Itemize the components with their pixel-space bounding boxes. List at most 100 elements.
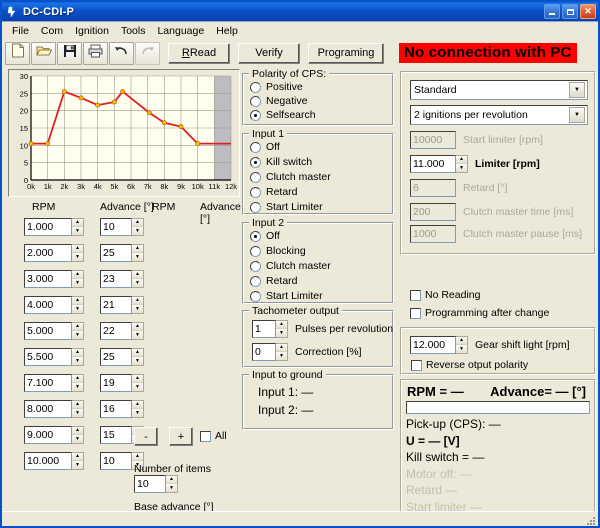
new-file-button[interactable] — [5, 41, 30, 65]
rpm-arrows[interactable]: ▲ ▼ — [72, 270, 84, 288]
number-of-items-stepper[interactable]: 10 ▲ ▼ — [134, 475, 178, 493]
menu-item-help[interactable]: Help — [210, 24, 244, 38]
programming-after-change-checkbox[interactable]: Programming after change — [410, 307, 549, 319]
pulses-per-rev-value[interactable]: 1 — [252, 320, 276, 338]
advance-value[interactable]: 16 — [100, 400, 132, 418]
chevron-down-icon[interactable]: ▼ — [72, 409, 83, 417]
advance-arrows[interactable]: ▲▼ — [132, 218, 144, 236]
rpm-value[interactable]: 5.000 — [24, 322, 72, 340]
ignitions-per-rev-combobox[interactable]: 2 ignitions per revolution ▼ — [410, 105, 588, 125]
advance-stepper[interactable]: 23 ▲ ▼ — [100, 270, 144, 288]
chevron-up-icon[interactable]: ▲ — [72, 427, 83, 435]
advance-stepper[interactable]: 10 ▲ ▼ — [100, 218, 144, 236]
chevron-down-icon[interactable]: ▼ — [276, 352, 287, 360]
chevron-up-icon[interactable]: ▲ — [72, 349, 83, 357]
chevron-up-icon[interactable]: ▲ — [72, 245, 83, 253]
add-row-button[interactable]: + — [169, 427, 193, 446]
chevron-up-icon[interactable]: ▲ — [72, 453, 83, 461]
advance-stepper[interactable]: 19 ▲ ▼ — [100, 374, 144, 392]
rpm-stepper[interactable]: 2.000 ▲ ▼ — [24, 244, 84, 262]
pulses-arrows[interactable]: ▲ ▼ — [276, 320, 288, 338]
rpm-arrows[interactable]: ▲ ▼ — [72, 244, 84, 262]
chevron-up-icon[interactable]: ▲ — [276, 321, 287, 329]
advance-value[interactable]: 10 — [100, 218, 132, 236]
advance-value[interactable]: 22 — [100, 322, 132, 340]
radio-polarity-positive[interactable]: Positive — [250, 81, 303, 93]
rpm-value[interactable]: 2.000 — [24, 244, 72, 262]
advance-arrows[interactable]: ▲▼ — [132, 400, 144, 418]
advance-value[interactable]: 25 — [100, 244, 132, 262]
chevron-down-icon[interactable]: ▼ — [132, 279, 143, 287]
chevron-up-icon[interactable]: ▲ — [132, 219, 143, 227]
chevron-up-icon[interactable]: ▲ — [456, 337, 467, 345]
rpm-value[interactable]: 10.000 — [24, 452, 72, 470]
all-checkbox[interactable]: All — [200, 430, 227, 442]
correction-stepper[interactable]: 0 ▲ ▼ — [252, 343, 288, 361]
programing-button[interactable]: Programing — [308, 42, 384, 64]
chevron-down-icon[interactable]: ▼ — [569, 82, 585, 98]
pulses-per-rev-stepper[interactable]: 1 ▲ ▼ — [252, 320, 288, 338]
chevron-up-icon[interactable]: ▲ — [132, 349, 143, 357]
advance-arrows[interactable]: ▲▼ — [132, 374, 144, 392]
advance-stepper[interactable]: 22 ▲ ▼ — [100, 322, 144, 340]
menu-item-file[interactable]: File — [6, 24, 35, 38]
number-of-items-value[interactable]: 10 — [134, 475, 166, 493]
chevron-down-icon[interactable]: ▼ — [456, 164, 467, 172]
radio-input2-blocking[interactable]: Blocking — [250, 245, 306, 257]
rpm-arrows[interactable]: ▲ ▼ — [72, 400, 84, 418]
rpm-stepper[interactable]: 4.000 ▲ ▼ — [24, 296, 84, 314]
rpm-value[interactable]: 9.000 — [24, 426, 72, 444]
radio-polarity-selfsearch[interactable]: Selfsearch — [250, 109, 316, 121]
chevron-down-icon[interactable]: ▼ — [132, 357, 143, 365]
save-button[interactable] — [57, 41, 82, 65]
chevron-up-icon[interactable]: ▲ — [132, 375, 143, 383]
rpm-stepper[interactable]: 5.000 ▲ ▼ — [24, 322, 84, 340]
rpm-arrows[interactable]: ▲ ▼ — [72, 348, 84, 366]
chevron-down-icon[interactable]: ▼ — [132, 253, 143, 261]
chevron-down-icon[interactable]: ▼ — [72, 435, 83, 443]
radio-input2-off[interactable]: Off — [250, 230, 280, 242]
chevron-up-icon[interactable]: ▲ — [132, 297, 143, 305]
advance-value[interactable]: 19 — [100, 374, 132, 392]
chevron-up-icon[interactable]: ▲ — [132, 401, 143, 409]
rpm-arrows[interactable]: ▲ ▼ — [72, 426, 84, 444]
minimize-button[interactable] — [544, 4, 560, 19]
chevron-down-icon[interactable]: ▼ — [276, 329, 287, 337]
rpm-arrows[interactable]: ▲ ▼ — [72, 218, 84, 236]
chevron-down-icon[interactable]: ▼ — [72, 279, 83, 287]
rpm-value[interactable]: 3.000 — [24, 270, 72, 288]
rpm-stepper[interactable]: 1.000 ▲ ▼ — [24, 218, 84, 236]
advance-stepper[interactable]: 25 ▲ ▼ — [100, 244, 144, 262]
advance-arrows[interactable]: ▲▼ — [132, 270, 144, 288]
radio-input1-retard[interactable]: Retard — [250, 186, 298, 198]
open-folder-button[interactable] — [31, 41, 56, 65]
limiter-value[interactable]: 11.000 — [410, 155, 456, 173]
advance-value[interactable]: 21 — [100, 296, 132, 314]
chevron-up-icon[interactable]: ▲ — [72, 271, 83, 279]
maximize-button[interactable] — [562, 4, 578, 19]
chevron-up-icon[interactable]: ▲ — [132, 453, 143, 461]
chevron-up-icon[interactable]: ▲ — [132, 323, 143, 331]
radio-input2-retard[interactable]: Retard — [250, 275, 298, 287]
rpm-arrows[interactable]: ▲ ▼ — [72, 322, 84, 340]
rpm-stepper[interactable]: 3.000 ▲ ▼ — [24, 270, 84, 288]
chevron-up-icon[interactable]: ▲ — [72, 323, 83, 331]
print-button[interactable] — [83, 41, 108, 65]
radio-polarity-negative[interactable]: Negative — [250, 95, 307, 107]
rpm-arrows[interactable]: ▲ ▼ — [72, 374, 84, 392]
profile-combobox[interactable]: Standard ▼ — [410, 80, 588, 100]
correction-value[interactable]: 0 — [252, 343, 276, 361]
chevron-up-icon[interactable]: ▲ — [72, 219, 83, 227]
rpm-value[interactable]: 7.100 — [24, 374, 72, 392]
rpm-arrows[interactable]: ▲ ▼ — [72, 452, 84, 470]
redo-button[interactable] — [135, 41, 160, 65]
gear-shift-arrows[interactable]: ▲ ▼ — [456, 336, 468, 354]
advance-value[interactable]: 10 — [100, 452, 132, 470]
chevron-up-icon[interactable]: ▲ — [72, 297, 83, 305]
gear-shift-value[interactable]: 12.000 — [410, 336, 456, 354]
menu-item-tools[interactable]: Tools — [115, 24, 152, 38]
advance-arrows[interactable]: ▲▼ — [132, 244, 144, 262]
chevron-down-icon[interactable]: ▼ — [132, 331, 143, 339]
rpm-arrows[interactable]: ▲ ▼ — [72, 296, 84, 314]
chevron-up-icon[interactable]: ▲ — [72, 375, 83, 383]
